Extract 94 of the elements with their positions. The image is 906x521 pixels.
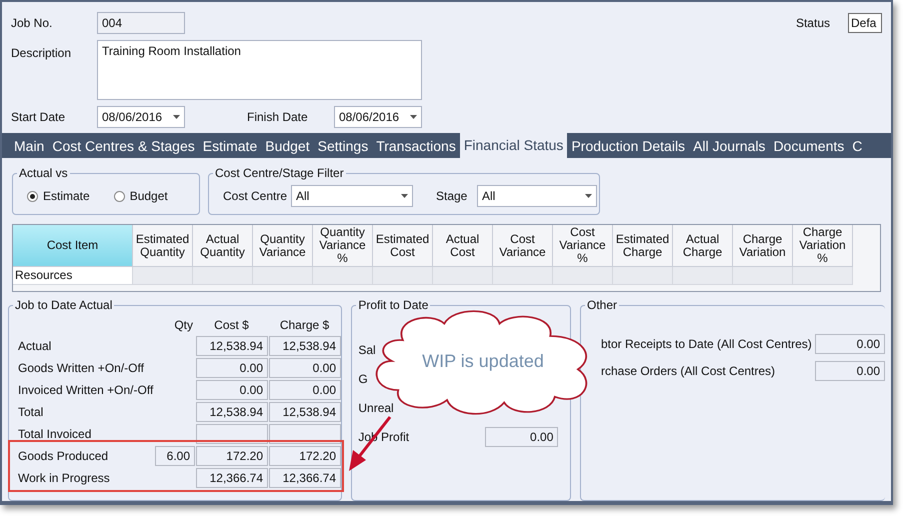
column-header[interactable]: Actual Cost [433,225,493,267]
row-label: G [358,371,369,388]
description-field[interactable]: Training Room Installation [97,40,422,100]
table-cell: Resources [13,267,133,285]
column-header[interactable]: Cost Item [13,225,133,267]
caret-icon [410,115,417,119]
callout-text: WIP is updated [422,350,544,373]
tab[interactable]: Production Details [567,135,690,158]
tab[interactable]: Main [10,135,48,158]
caret-icon [585,194,592,198]
job-number-field[interactable]: 004 [97,12,185,34]
column-header[interactable]: Charge Variation [733,225,793,267]
column-header[interactable]: Estimated Cost [373,225,433,267]
tab[interactable]: Documents [769,135,848,158]
field-label: Status [796,15,830,32]
column-label: Cost $ [213,317,250,334]
dropdown-field[interactable]: 08/06/2016 [97,106,185,128]
table-cell [613,267,673,285]
value-field: 0.00 [815,334,885,354]
value-field: 0.00 [815,361,885,381]
table-cell [193,267,253,285]
caret-icon [401,194,408,198]
value-field: 0.00 [196,380,268,400]
table-cell [433,267,493,285]
tab[interactable]: All Journals [689,135,770,158]
column-header[interactable]: Cost Variance [493,225,553,267]
column-header[interactable]: Actual Quantity [193,225,253,267]
radio-button[interactable] [114,190,125,202]
value-field: 12,538.94 [196,336,268,356]
column-header[interactable]: Actual Charge [673,225,733,267]
radio-label: Budget [130,188,168,205]
field-label: Stage [436,188,468,205]
tab[interactable]: Settings [314,135,372,158]
value-field [196,424,268,444]
dropdown-field[interactable]: All [291,185,413,207]
column-header[interactable]: Quantity Variance [253,225,313,267]
tab[interactable]: Cost Centres & Stages [48,135,199,158]
field-label: Job No. [11,15,54,32]
value-field: 12,538.94 [269,336,341,356]
column-label: Qty [173,317,194,334]
column-header[interactable]: Estimated Charge [613,225,673,267]
value-field: 0.00 [269,358,341,378]
column-header[interactable]: Cost Variance % [553,225,613,267]
table-cell [373,267,433,285]
row-label: Total Invoiced [18,426,92,443]
radio-label: Estimate [43,188,90,205]
field-label: Start Date [11,109,66,126]
value-field: 0.00 [196,358,268,378]
table-cell [253,267,313,285]
value-field: 12,366.74 [269,468,341,488]
value-field: 0.00 [269,380,341,400]
row-label: Unreal [358,400,395,417]
table-cell [793,267,853,285]
status-field[interactable]: Defa [848,13,882,33]
table-cell [133,267,193,285]
row-label: Goods Produced [18,448,110,465]
column-label: Charge $ [278,317,330,334]
row-label: Invoiced Written +On/-Off [18,382,154,399]
tab[interactable]: C [848,135,866,158]
group-title: Cost Centre/Stage Filter [213,165,346,181]
field-label: Description [11,45,72,62]
column-header[interactable]: Quantity Variance % [313,225,373,267]
table-cell [733,267,793,285]
value-field: 6.00 [155,446,195,466]
table-cell [313,267,373,285]
field-label: Finish Date [247,109,309,126]
column-header[interactable]: Estimated Quantity [133,225,193,267]
row-label: Sal [358,342,377,359]
tab[interactable]: Estimate [198,135,262,158]
tab[interactable]: Financial Status [460,133,568,158]
row-label: Actual [18,338,52,355]
radio-button[interactable] [27,190,38,202]
value-field: 172.20 [196,446,268,466]
dropdown-field[interactable]: 08/06/2016 [334,106,422,128]
tab[interactable]: Budget [261,135,314,158]
row-label: Goods Written +On/-Off [18,360,145,377]
table-cell [553,267,613,285]
value-field: 172.20 [269,446,341,466]
value-field: 12,366.74 [196,468,268,488]
row-label: Total [18,404,44,421]
value-field: 12,538.94 [269,402,341,422]
caret-icon [173,115,180,119]
row-label: btor Receipts to Date (All Cost Centres) [601,336,813,353]
table-cell [493,267,553,285]
tab[interactable]: Transactions [372,135,460,158]
table-cell [673,267,733,285]
row-label: rchase Orders (All Cost Centres) [601,363,776,380]
value-field [269,424,341,444]
row-label: Work in Progress [18,470,111,487]
column-header[interactable]: Charge Variation % [793,225,853,267]
value-field: 0.00 [485,427,558,447]
field-label: Cost Centre [223,188,288,205]
value-field: 12,538.94 [196,402,268,422]
dropdown-field[interactable]: All [477,185,597,207]
